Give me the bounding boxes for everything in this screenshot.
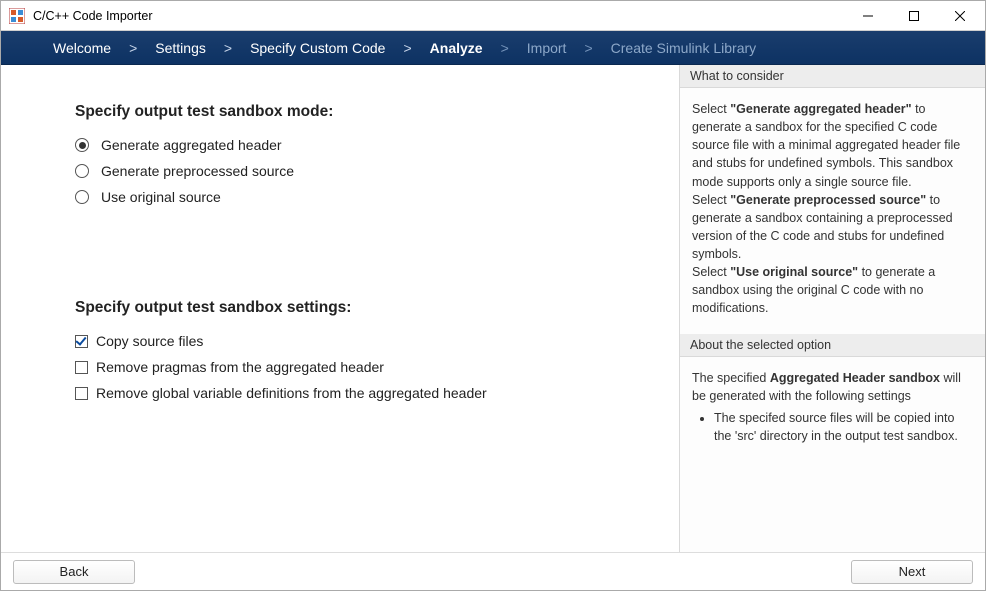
chevron-right-icon: > (403, 40, 411, 56)
radio-icon (75, 190, 89, 204)
checkbox-remove-pragmas[interactable]: Remove pragmas from the aggregated heade… (75, 359, 619, 375)
wizard-nav: Welcome > Settings > Specify Custom Code… (1, 31, 985, 65)
checkbox-copy-source-files[interactable]: Copy source files (75, 333, 619, 349)
window-title: C/C++ Code Importer (33, 9, 153, 23)
side-panel: What to consider Select "Generate aggreg… (679, 65, 985, 552)
about-bullet: The specifed source files will be copied… (714, 409, 973, 445)
content-area: Specify output test sandbox mode: Genera… (1, 65, 985, 552)
chevron-right-icon: > (584, 40, 592, 56)
maximize-button[interactable] (891, 2, 937, 30)
nav-step-specify-custom-code[interactable]: Specify Custom Code (250, 40, 385, 56)
radio-generate-preprocessed-source[interactable]: Generate preprocessed source (75, 163, 619, 179)
next-button[interactable]: Next (851, 560, 973, 584)
about-selected-body: The specified Aggregated Header sandbox … (680, 357, 985, 462)
checkbox-label: Copy source files (96, 333, 203, 349)
nav-step-create-simulink-library: Create Simulink Library (611, 40, 757, 56)
checkbox-remove-global-vars[interactable]: Remove global variable definitions from … (75, 385, 619, 401)
minimize-button[interactable] (845, 2, 891, 30)
app-icon (9, 8, 25, 24)
checkbox-label: Remove global variable definitions from … (96, 385, 487, 401)
sandbox-settings-title: Specify output test sandbox settings: (75, 299, 619, 317)
nav-step-analyze[interactable]: Analyze (430, 40, 483, 56)
checkbox-icon (75, 335, 88, 348)
back-button[interactable]: Back (13, 560, 135, 584)
what-to-consider-header: What to consider (680, 65, 985, 88)
nav-step-settings[interactable]: Settings (155, 40, 206, 56)
radio-icon (75, 138, 89, 152)
checkbox-icon (75, 361, 88, 374)
radio-icon (75, 164, 89, 178)
radio-label: Use original source (101, 189, 221, 205)
checkbox-icon (75, 387, 88, 400)
footer: Back Next (1, 552, 985, 590)
chevron-right-icon: > (501, 40, 509, 56)
about-selected-header: About the selected option (680, 334, 985, 357)
chevron-right-icon: > (224, 40, 232, 56)
radio-generate-aggregated-header[interactable]: Generate aggregated header (75, 137, 619, 153)
checkbox-label: Remove pragmas from the aggregated heade… (96, 359, 384, 375)
what-to-consider-body: Select "Generate aggregated header" to g… (680, 88, 985, 334)
main-panel: Specify output test sandbox mode: Genera… (1, 65, 679, 552)
nav-step-import: Import (527, 40, 567, 56)
close-button[interactable] (937, 2, 983, 30)
radio-label: Generate aggregated header (101, 137, 282, 153)
nav-step-welcome[interactable]: Welcome (53, 40, 111, 56)
chevron-right-icon: > (129, 40, 137, 56)
titlebar: C/C++ Code Importer (1, 1, 985, 31)
sandbox-mode-title: Specify output test sandbox mode: (75, 103, 619, 121)
radio-use-original-source[interactable]: Use original source (75, 189, 619, 205)
radio-label: Generate preprocessed source (101, 163, 294, 179)
